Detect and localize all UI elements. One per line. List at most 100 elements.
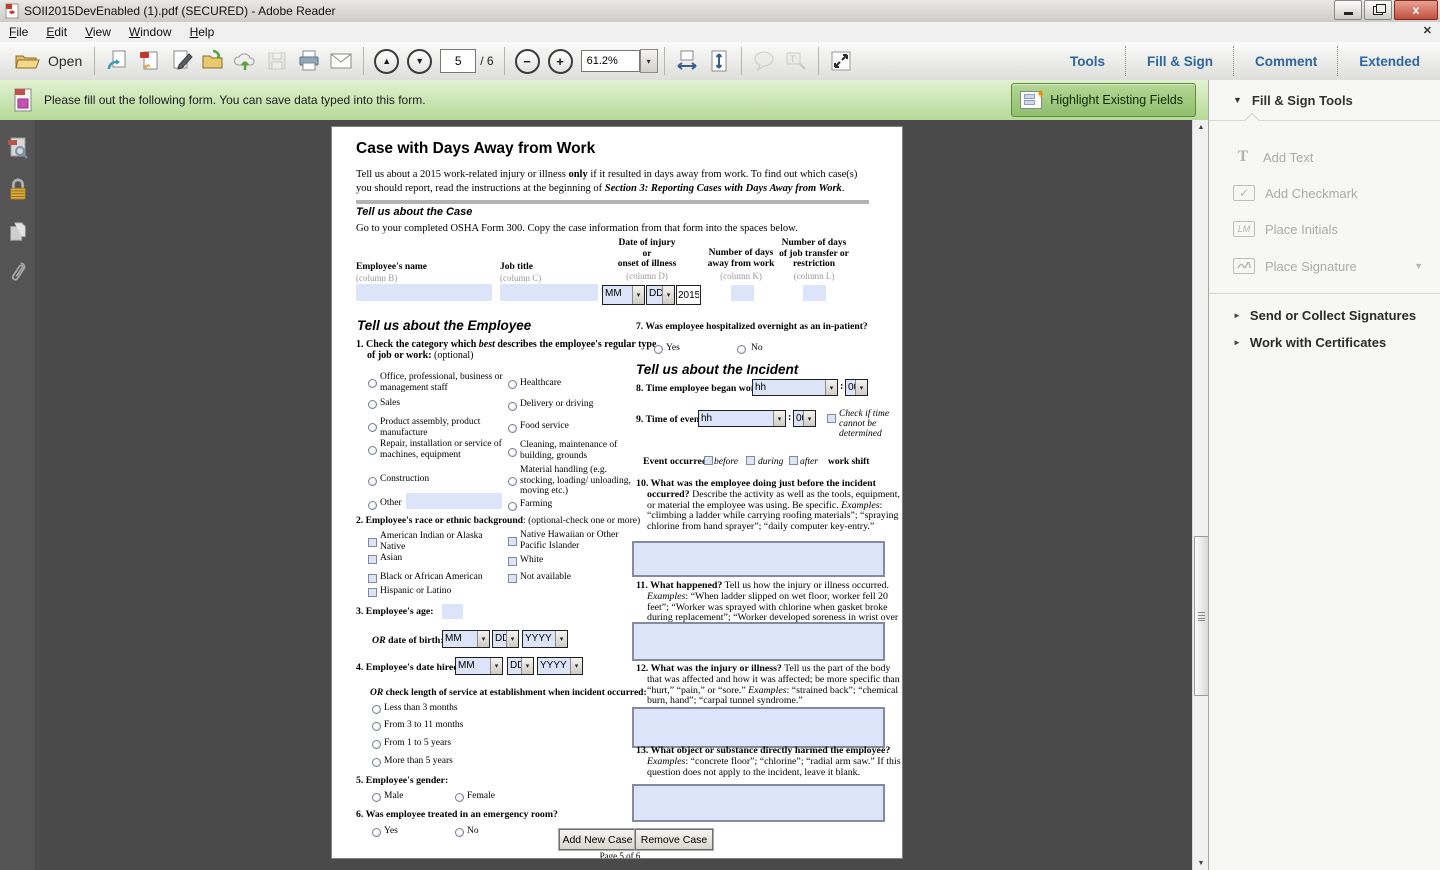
upload-cloud-button[interactable]: [232, 48, 258, 74]
previous-page-button[interactable]: ▲: [374, 49, 399, 74]
dob-year-select[interactable]: YYYY▾: [522, 630, 568, 648]
open-button[interactable]: Open: [8, 49, 88, 73]
radio-cleaning[interactable]: [508, 448, 517, 457]
employee-name-input[interactable]: [356, 284, 492, 301]
checkbox-asian[interactable]: [368, 555, 377, 564]
sign-document-button[interactable]: [168, 48, 194, 74]
security-lock-icon[interactable]: [7, 178, 29, 202]
hired-month-select[interactable]: MM▾: [455, 657, 503, 675]
injury-year-input[interactable]: [676, 285, 701, 305]
fullscreen-button[interactable]: [828, 48, 854, 74]
checkbox-black[interactable]: [368, 574, 377, 583]
radio-food-service[interactable]: [508, 424, 517, 433]
radio-female[interactable]: [455, 793, 464, 802]
comment-bubble-button[interactable]: [751, 48, 777, 74]
began-work-minute-select[interactable]: 00▾: [845, 379, 868, 396]
place-signature-button[interactable]: Place Signature ▼: [1209, 251, 1440, 281]
radio-repair[interactable]: [368, 446, 377, 455]
event-minute-select[interactable]: 00▾: [793, 410, 816, 427]
dob-day-select[interactable]: DD▾: [492, 630, 519, 648]
close-button[interactable]: x: [1394, 0, 1438, 20]
checkbox-before-shift[interactable]: [704, 456, 713, 465]
remove-case-button[interactable]: Remove Case: [635, 829, 713, 850]
radio-material-handling[interactable]: [508, 477, 517, 486]
scroll-up-icon[interactable]: ▲: [1193, 120, 1209, 134]
save-as-button[interactable]: [200, 48, 226, 74]
checkbox-time-undetermined[interactable]: [827, 414, 836, 423]
document-close-icon[interactable]: ✕: [1423, 24, 1432, 37]
fit-width-button[interactable]: [674, 48, 700, 74]
employee-age-input[interactable]: [442, 604, 463, 619]
hired-day-select[interactable]: DD▾: [507, 657, 534, 675]
work-with-certificates-section[interactable]: ► Work with Certificates: [1209, 329, 1440, 355]
radio-office[interactable]: [368, 379, 377, 388]
event-hour-select[interactable]: hh▾: [698, 410, 786, 427]
zoom-dropdown-button[interactable]: ▾: [640, 49, 658, 73]
page-number-input[interactable]: [440, 49, 476, 73]
zoom-in-button[interactable]: +: [548, 49, 573, 74]
radio-1-5-years[interactable]: [372, 740, 381, 749]
radio-male[interactable]: [372, 793, 381, 802]
q10-answer-textarea[interactable]: [632, 541, 885, 577]
signature-dropdown-icon[interactable]: ▼: [1414, 261, 1423, 271]
hired-year-select[interactable]: YYYY▾: [537, 657, 583, 675]
dob-month-select[interactable]: MM▾: [442, 630, 490, 648]
pages-panel-icon[interactable]: [7, 220, 29, 244]
place-initials-button[interactable]: LM Place Initials: [1209, 214, 1440, 244]
fill-sign-tools-header[interactable]: ▼ Fill & Sign Tools: [1209, 80, 1440, 121]
tab-fill-sign[interactable]: Fill & Sign: [1127, 54, 1233, 69]
checkbox-native-hawaiian[interactable]: [508, 537, 517, 546]
radio-delivery[interactable]: [508, 402, 517, 411]
add-checkmark-button[interactable]: ✓ Add Checkmark: [1209, 178, 1440, 208]
email-button[interactable]: [328, 48, 354, 74]
checkbox-white[interactable]: [508, 557, 517, 566]
radio-er-yes[interactable]: [372, 828, 381, 837]
menu-help[interactable]: Help: [181, 23, 224, 41]
menu-view[interactable]: View: [76, 23, 120, 41]
job-title-input[interactable]: [500, 284, 598, 301]
checkbox-hispanic[interactable]: [368, 588, 377, 597]
save-button[interactable]: [264, 48, 290, 74]
add-new-case-button[interactable]: Add New Case: [559, 829, 636, 850]
radio-product-assembly[interactable]: [368, 423, 377, 432]
radio-sales[interactable]: [368, 400, 377, 409]
tab-extended[interactable]: Extended: [1339, 54, 1440, 69]
began-work-hour-select[interactable]: hh▾: [752, 379, 838, 396]
q11-answer-textarea[interactable]: [632, 622, 885, 661]
scrollbar-thumb[interactable]: [1194, 536, 1209, 696]
radio-construction[interactable]: [368, 477, 377, 486]
menu-window[interactable]: Window: [120, 23, 181, 41]
radio-other[interactable]: [368, 501, 377, 510]
radio-more-5-years[interactable]: [372, 758, 381, 767]
tab-comment[interactable]: Comment: [1235, 54, 1337, 69]
share-file-button[interactable]: [104, 48, 130, 74]
zoom-level-input[interactable]: 61.2%: [581, 50, 640, 72]
radio-3-11-months[interactable]: [372, 722, 381, 731]
injury-day-select[interactable]: DD ▾: [646, 285, 675, 305]
page-thumbnails-icon[interactable]: [7, 136, 29, 160]
fit-page-button[interactable]: [706, 48, 732, 74]
days-transfer-input[interactable]: [803, 285, 826, 301]
checkbox-american-indian[interactable]: [368, 538, 377, 547]
create-pdf-button[interactable]: [136, 48, 162, 74]
highlight-existing-fields-button[interactable]: ➧ Highlight Existing Fields: [1011, 83, 1196, 117]
next-page-button[interactable]: ▼: [407, 49, 432, 74]
print-button[interactable]: [296, 48, 322, 74]
checkbox-after-shift[interactable]: [789, 456, 798, 465]
menu-file[interactable]: File: [0, 23, 37, 41]
injury-month-select[interactable]: MM ▾: [602, 285, 645, 305]
radio-healthcare[interactable]: [508, 380, 517, 389]
tab-tools[interactable]: Tools: [1050, 54, 1125, 69]
scroll-down-icon[interactable]: ▼: [1193, 856, 1209, 870]
minimize-button[interactable]: [1334, 0, 1362, 20]
q13-answer-textarea[interactable]: [632, 784, 885, 822]
checkbox-during-shift[interactable]: [746, 456, 755, 465]
radio-hospitalized-yes[interactable]: [654, 345, 663, 354]
q12-answer-textarea[interactable]: [632, 707, 885, 748]
radio-less-3-months[interactable]: [372, 705, 381, 714]
text-callout-button[interactable]: T: [783, 48, 809, 74]
radio-er-no[interactable]: [455, 828, 464, 837]
zoom-out-button[interactable]: −: [515, 49, 540, 74]
days-away-input[interactable]: [731, 285, 754, 301]
vertical-scrollbar[interactable]: ▲ ▼: [1192, 120, 1209, 870]
